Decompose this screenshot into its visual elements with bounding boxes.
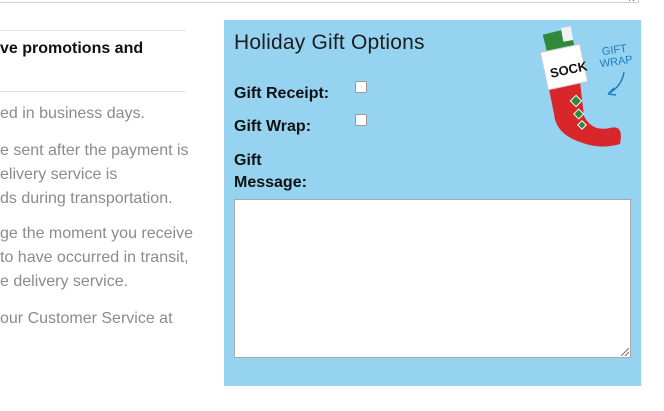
promotions-heading: ve promotions and [0,40,144,57]
gift-wrap-label: Gift Wrap: [234,118,312,135]
christmas-stocking-icon: SOCK GIFT WRAP [540,26,633,147]
gift-message-label-line: Message: [234,174,307,191]
policy-paragraph: e sent after the payment is elivery serv… [0,139,189,211]
policy-paragraph: ge the moment you receive to have occurr… [0,222,193,294]
gift-options-title: Holiday Gift Options [234,31,425,54]
resize-grip-icon[interactable] [621,348,629,356]
text-line: e sent after the payment is [0,142,189,159]
text-line: elivery service is [0,166,118,183]
gift-message-textarea[interactable] [234,199,631,358]
policy-paragraph: our Customer Service at [0,307,173,331]
policy-paragraph: ed in business days. [0,102,145,126]
text-line: ds during transportation. [0,190,173,207]
gift-message-label-line: Gift [234,152,262,169]
holiday-gift-options-panel: Holiday Gift Options Gift Receipt: Gift … [224,20,641,386]
text-line: e delivery service. [0,273,129,290]
text-line: our Customer Service at [0,310,173,327]
text-line: ge the moment you receive [0,225,193,242]
divider [0,91,186,92]
gift-receipt-checkbox[interactable] [355,81,367,93]
resize-grip-icon[interactable] [629,0,637,1]
policy-column: ve promotions and ed in business days. e… [0,0,218,411]
text-line: to have occurred in transit, [0,249,189,266]
divider [0,30,186,31]
text-line: ed in business days. [0,105,145,122]
gift-wrap-checkbox[interactable] [355,114,367,126]
gift-receipt-label: Gift Receipt: [234,85,330,102]
gift-message-label: Gift Message: [234,150,307,194]
